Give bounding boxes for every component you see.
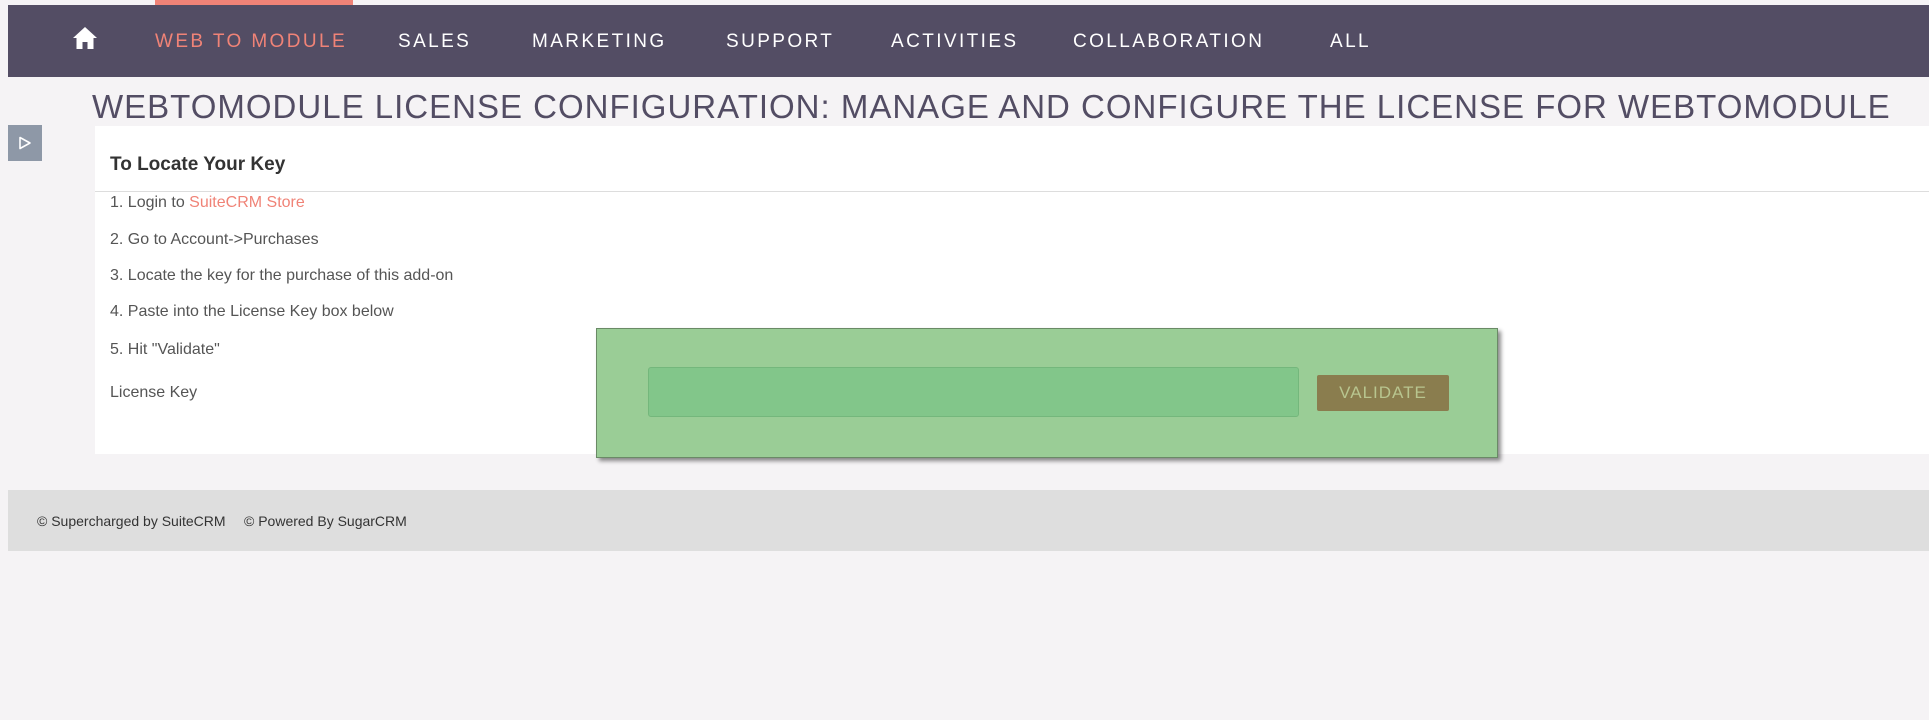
page-title: WEBTOMODULE LICENSE CONFIGURATION: MANAG… [92, 88, 1891, 125]
suitecrm-store-link[interactable]: SuiteCRM Store [189, 194, 305, 211]
license-key-input[interactable] [648, 367, 1299, 417]
home-icon[interactable] [72, 26, 98, 50]
instruction-step-3: 3. Locate the key for the purchase of th… [110, 267, 454, 284]
nav-item-sales[interactable]: SALES [398, 31, 471, 53]
instruction-step-1: 1. Login to SuiteCRM Store [110, 194, 305, 212]
validate-button[interactable]: VALIDATE [1317, 375, 1449, 411]
sidebar-toggle-button[interactable] [8, 125, 42, 161]
footer-sugarcrm-link[interactable]: © Powered By SugarCRM [244, 513, 407, 529]
instruction-step-4: 4. Paste into the License Key box below [110, 303, 394, 320]
nav-item-support[interactable]: SUPPORT [726, 31, 834, 53]
footer-suitecrm-link[interactable]: © Supercharged by SuiteCRM [37, 513, 226, 529]
play-arrow-icon [19, 136, 31, 150]
nav-item-all[interactable]: ALL [1330, 31, 1371, 53]
active-tab-indicator [155, 0, 353, 5]
instruction-step-2: 2. Go to Account->Purchases [110, 231, 319, 248]
nav-item-collaboration[interactable]: COLLABORATION [1073, 31, 1264, 53]
instruction-step-5: 5. Hit "Validate" [110, 341, 220, 358]
panel-divider [95, 191, 1929, 192]
nav-item-web-to-module[interactable]: WEB TO MODULE [155, 31, 347, 53]
nav-item-activities[interactable]: ACTIVITIES [891, 31, 1018, 53]
step-1-text: 1. Login to [110, 194, 190, 211]
license-key-label: License Key [110, 384, 198, 401]
nav-item-marketing[interactable]: MARKETING [532, 31, 667, 53]
panel-heading: To Locate Your Key [110, 154, 286, 175]
